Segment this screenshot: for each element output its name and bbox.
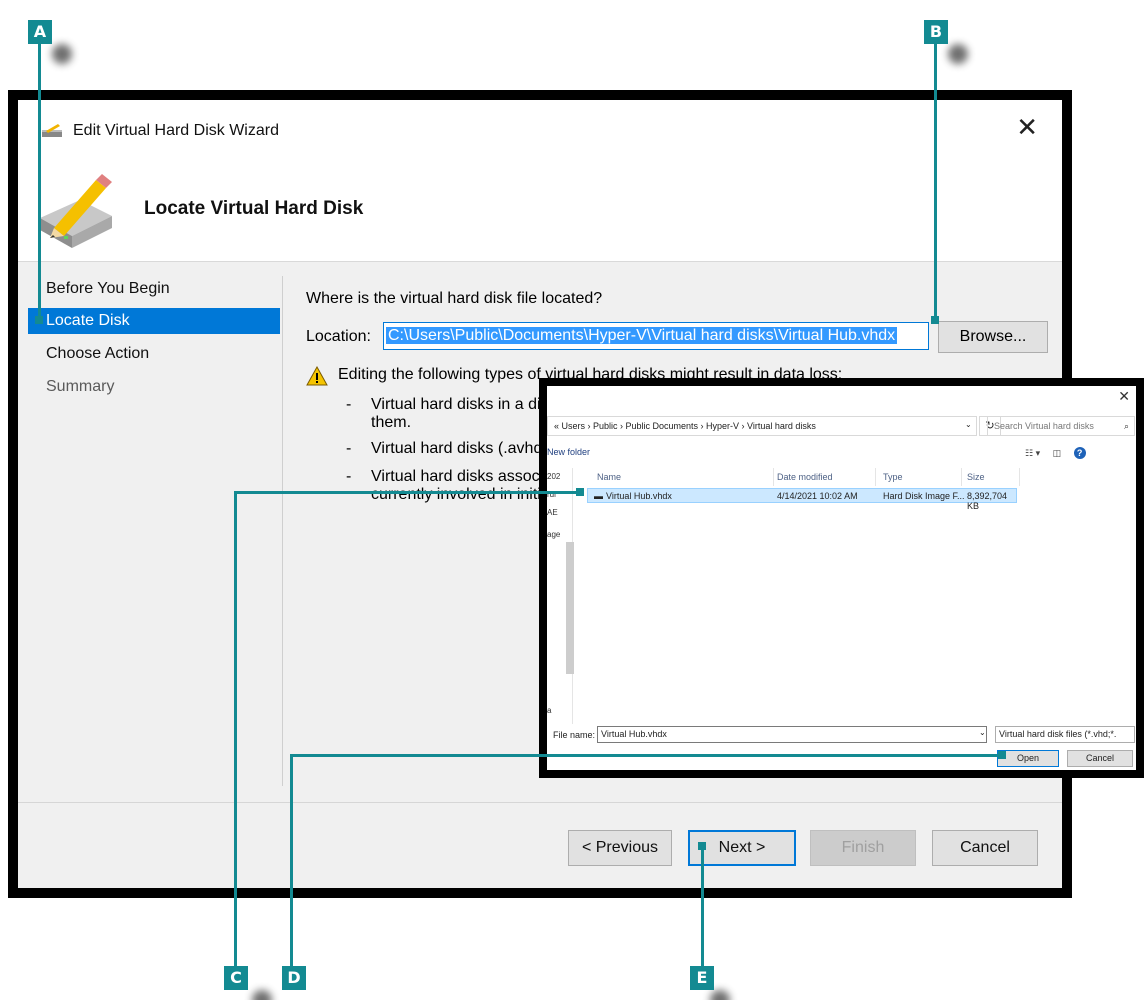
callout-line-d bbox=[290, 754, 293, 972]
callout-badge-b: B bbox=[924, 20, 948, 44]
dialog-close-icon[interactable]: ✕ bbox=[1118, 388, 1130, 405]
file-row[interactable]: ▬ Virtual Hub.vhdx 4/14/2021 10:02 AM Ha… bbox=[587, 488, 1017, 511]
callout-badge-a: A bbox=[28, 20, 52, 44]
nav-pane-label: a bbox=[547, 706, 552, 715]
cancel-button[interactable]: Cancel bbox=[932, 830, 1038, 866]
file-size: 8,392,704 KB bbox=[967, 491, 1008, 511]
callout-shadow bbox=[710, 990, 730, 1000]
callout-shadow bbox=[252, 990, 272, 1000]
navigation-pane[interactable]: 202 rdi AE age a bbox=[547, 468, 574, 724]
nav-pane-label: AE bbox=[547, 508, 558, 517]
callout-shadow bbox=[52, 44, 72, 64]
callout-shadow bbox=[948, 44, 968, 64]
column-size[interactable]: Size bbox=[967, 472, 985, 482]
file-type-filter[interactable]: Virtual hard disk files (*.vhd;*. bbox=[995, 726, 1135, 743]
column-type[interactable]: Type bbox=[883, 472, 903, 482]
file-name-input[interactable]: Virtual Hub.vhdx bbox=[597, 726, 987, 743]
file-name-label: File name: bbox=[553, 730, 596, 740]
column-name[interactable]: Name bbox=[597, 472, 621, 482]
callout-badge-e: E bbox=[690, 966, 714, 990]
callout-badge-c: C bbox=[224, 966, 248, 990]
wizard-app-icon bbox=[42, 124, 62, 137]
open-file-dialog-body: ✕ « Users › Public › Public Documents › … bbox=[547, 386, 1136, 770]
nav-pane-label: 202 bbox=[547, 472, 561, 481]
browse-button[interactable]: Browse... bbox=[938, 321, 1048, 353]
callout-line-c bbox=[234, 491, 580, 494]
wizard-header: Locate Virtual Hard Disk bbox=[18, 156, 1062, 262]
file-name-dropdown-icon[interactable]: ⌄ bbox=[979, 728, 986, 737]
bullet-dash: - bbox=[346, 440, 352, 457]
callout-badge-d: D bbox=[282, 966, 306, 990]
file-name: Virtual Hub.vhdx bbox=[606, 491, 672, 501]
location-value: C:\Users\Public\Documents\Hyper-V\Virtua… bbox=[386, 327, 898, 344]
nav-divider bbox=[282, 276, 283, 786]
file-icon: ▬ bbox=[594, 491, 603, 501]
nav-item-summary: Summary bbox=[46, 378, 115, 395]
callout-dot-a bbox=[35, 316, 43, 324]
previous-button[interactable]: < Previous bbox=[568, 830, 672, 866]
open-button[interactable]: Open bbox=[997, 750, 1059, 767]
nav-item-before-you-begin[interactable]: Before You Begin bbox=[28, 276, 280, 302]
address-dropdown-icon[interactable]: ⌄ bbox=[965, 420, 972, 429]
column-divider bbox=[1019, 468, 1020, 486]
nav-pane-scrollbar[interactable] bbox=[566, 542, 574, 674]
bullet-dash: - bbox=[346, 468, 352, 485]
callout-line-e bbox=[701, 846, 704, 970]
nav-pane-label: age bbox=[547, 530, 561, 539]
file-type: Hard Disk Image F... bbox=[883, 491, 965, 501]
warning-icon bbox=[306, 366, 328, 386]
column-divider bbox=[961, 468, 962, 486]
window-title: Edit Virtual Hard Disk Wizard bbox=[73, 122, 279, 139]
hard-disk-edit-icon bbox=[40, 174, 112, 248]
footer-divider bbox=[18, 802, 1062, 803]
location-label: Location: bbox=[306, 328, 371, 345]
callout-line-a bbox=[38, 44, 41, 320]
column-date-modified[interactable]: Date modified bbox=[777, 472, 833, 482]
nav-item-locate-disk[interactable]: Locate Disk bbox=[28, 308, 280, 334]
column-divider bbox=[875, 468, 876, 486]
address-bar[interactable]: « Users › Public › Public Documents › Hy… bbox=[547, 416, 977, 436]
callout-line-b bbox=[934, 44, 937, 320]
location-question: Where is the virtual hard disk file loca… bbox=[306, 290, 603, 307]
view-options-icon[interactable]: ☷ ▾ bbox=[1025, 448, 1040, 458]
bullet-dash: - bbox=[346, 396, 352, 413]
location-input[interactable]: C:\Users\Public\Documents\Hyper-V\Virtua… bbox=[383, 322, 929, 350]
view-toolbar: ☷ ▾ ◫ ? bbox=[1025, 447, 1135, 459]
wizard-nav: Before You Begin Locate Disk Choose Acti… bbox=[18, 262, 283, 792]
nav-item-choose-action[interactable]: Choose Action bbox=[28, 341, 280, 367]
help-icon[interactable]: ? bbox=[1073, 447, 1086, 459]
preview-pane-icon[interactable]: ◫ bbox=[1053, 448, 1062, 458]
title-bar: Edit Virtual Hard Disk Wizard ✕ bbox=[18, 100, 1062, 156]
page-title: Locate Virtual Hard Disk bbox=[144, 198, 364, 219]
new-folder-button[interactable]: New folder bbox=[547, 447, 590, 457]
callout-dot-b bbox=[931, 316, 939, 324]
search-placeholder: Search Virtual hard disks bbox=[994, 421, 1094, 431]
callout-line-c bbox=[234, 491, 237, 973]
finish-button: Finish bbox=[810, 830, 916, 866]
dialog-cancel-button[interactable]: Cancel bbox=[1067, 750, 1133, 767]
callout-line-d bbox=[290, 754, 1000, 757]
column-divider bbox=[773, 468, 774, 486]
search-icon: ⌕ bbox=[1123, 421, 1129, 431]
open-file-dialog: ✕ « Users › Public › Public Documents › … bbox=[539, 378, 1144, 778]
search-input[interactable]: Search Virtual hard disks ⌕ bbox=[987, 416, 1135, 436]
close-icon[interactable]: ✕ bbox=[1016, 114, 1038, 140]
file-date: 4/14/2021 10:02 AM bbox=[777, 491, 858, 501]
